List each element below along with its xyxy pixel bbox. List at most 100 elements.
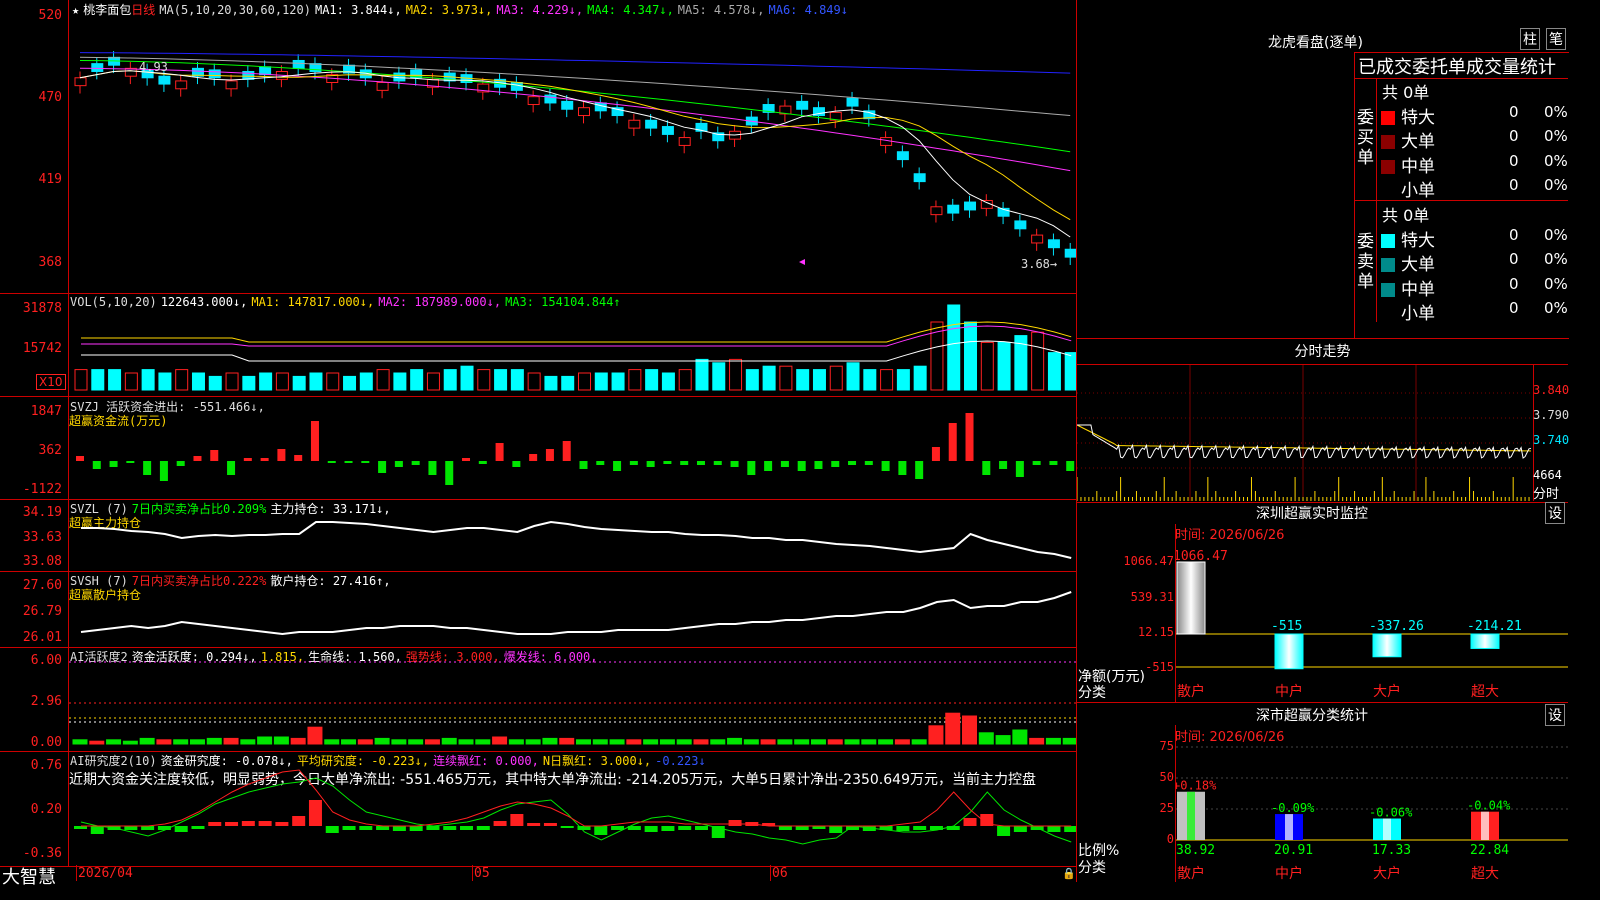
ai2-bar — [359, 826, 373, 830]
classify-category-label: 中户 — [1275, 865, 1303, 882]
chart-area[interactable]: 520 470 419 368 ★ 桃李面包日线 MA(5,10,20,30,60,… — [0, 0, 1077, 888]
y-label: 0.20 — [30, 802, 62, 817]
ai1-bar — [626, 739, 642, 745]
volume-bar — [74, 369, 88, 391]
svzj-bar — [277, 449, 286, 461]
svzj-bar — [76, 456, 84, 461]
candle — [561, 100, 574, 110]
volume-bar — [779, 365, 793, 391]
ai1-bar — [106, 739, 122, 745]
volume-bar — [678, 369, 692, 391]
ai2-chart — [74, 769, 1076, 845]
ai1-bar — [441, 737, 457, 745]
order-size-label: 中单 — [1401, 279, 1435, 300]
high-price-label: 4.93 — [139, 60, 168, 74]
svzj-bar — [462, 458, 471, 461]
volume-bar — [661, 372, 675, 391]
svzj-bar — [579, 461, 588, 469]
classify-panel[interactable]: 深市超赢分类统计 设 时间: 2026/06/26 75 50 25 0 比例%… — [1077, 703, 1568, 882]
volume-panel[interactable]: 31878 15742 X10 VOL(5,10,20) 122643.000↓,… — [0, 294, 1077, 397]
intraday-chart — [1077, 365, 1533, 501]
ai-activity-panel[interactable]: 6.00 2.96 0.00 AI活跃度2 资金活跃度: 0.294↓, 1.815… — [0, 648, 1077, 752]
ai1-bar — [878, 739, 894, 745]
intraday-unit: 分时 — [1533, 487, 1560, 502]
ai1-bar — [928, 725, 944, 745]
realtime-monitor-panel[interactable]: 深圳超赢实时监控 设 时间: 2026/06/26 1066.47 539.31… — [1077, 502, 1568, 703]
svzl-panel[interactable]: 34.19 33.63 33.08 SVZL (7) 7日内买卖净占比0.209%… — [0, 500, 1077, 572]
monitor-xlabel: 分类 — [1078, 685, 1106, 701]
ai1-bar — [978, 732, 994, 745]
svzj-bar — [931, 447, 940, 461]
svzj-bar — [629, 461, 638, 465]
tab-bar[interactable]: 柱 — [1520, 28, 1540, 50]
monitor-settings-button[interactable]: 设 — [1545, 502, 1565, 524]
ai1-bar — [844, 739, 860, 745]
ai2-bar — [174, 826, 188, 832]
order-row: 特大 0 0% — [1381, 103, 1568, 128]
tab-tick[interactable]: 笔 — [1546, 28, 1566, 50]
svzj-bar — [411, 461, 420, 465]
monitor-category-label: 中户 — [1275, 683, 1303, 700]
ai1-bar — [408, 739, 424, 745]
svzj-bar — [126, 461, 135, 463]
ai2-bar — [728, 820, 742, 826]
ai1-bar — [643, 739, 659, 745]
svsh-line — [80, 591, 1072, 636]
y-label: 0.00 — [30, 735, 62, 750]
svzj-panel[interactable]: 1847 362 -1122 SVZJ 活跃资金进出: -551.466↓, 超… — [0, 397, 1077, 500]
candle — [964, 201, 977, 211]
color-swatch — [1381, 184, 1395, 198]
order-count: 0 — [1509, 250, 1519, 269]
intraday-panel[interactable]: 分时走势 3.840 3.790 3.740 4664 分时 — [1077, 338, 1569, 503]
svzj-bar — [713, 461, 722, 465]
svzj-bar — [445, 461, 454, 485]
y-label: 27.60 — [22, 578, 62, 593]
volume-bar — [611, 372, 625, 391]
candle — [91, 63, 104, 72]
ai2-bar — [795, 826, 809, 830]
volume-bar — [812, 369, 826, 391]
y-label: 470 — [38, 90, 62, 105]
order-stats-header: 已成交委托单成交量统计 — [1358, 57, 1556, 78]
ai1-bar — [1029, 737, 1045, 745]
ai2-bar — [90, 826, 104, 834]
main-candlestick-panel[interactable]: 520 470 419 368 ★ 桃李面包日线 MA(5,10,20,30,60,… — [0, 0, 1077, 294]
ai1-bar — [777, 739, 793, 745]
svzj-bar — [529, 454, 538, 461]
svzj-bar — [394, 461, 403, 467]
classify-category-label: 散户 — [1177, 865, 1205, 882]
ai2-bar — [409, 826, 423, 831]
ai2-bar — [997, 826, 1011, 836]
monitor-bar — [1176, 561, 1206, 635]
ma-line — [79, 60, 1071, 153]
svzj-bar — [864, 461, 873, 465]
monitor-category-label: 大户 — [1373, 683, 1401, 700]
svzj-bar — [797, 461, 806, 471]
y-label: 15742 — [22, 341, 62, 356]
volume-bar — [343, 375, 357, 391]
order-row: 特大 0 0% — [1381, 226, 1568, 251]
volume-bar — [259, 372, 273, 391]
classify-value-label: 17.33 — [1372, 843, 1411, 858]
order-count: 0 — [1509, 226, 1519, 244]
order-row: 小单 0 0% — [1381, 298, 1568, 324]
ai1-bar — [810, 739, 826, 745]
order-count: 0 — [1509, 298, 1519, 317]
lock-icon[interactable]: 🔒 — [1062, 867, 1076, 880]
ai1-bar — [542, 737, 558, 745]
volume-bar — [443, 369, 457, 391]
y-label: 31878 — [22, 301, 62, 316]
svzj-bar — [646, 461, 655, 467]
svzj-chart — [76, 413, 1075, 485]
candle — [846, 97, 859, 107]
svzj-bar — [999, 461, 1008, 469]
ai1-bar — [995, 735, 1011, 745]
classify-xlabel: 分类 — [1078, 860, 1106, 876]
order-panel-title: 龙虎看盘(逐单) — [1268, 35, 1363, 51]
ai1-bar — [760, 739, 776, 745]
svsh-panel[interactable]: 27.60 26.79 26.01 SVSH (7) 7日内买卖净占比0.222%… — [0, 572, 1077, 648]
volume-bar — [376, 369, 390, 391]
classify-settings-button[interactable]: 设 — [1545, 704, 1565, 726]
order-count: 0 — [1509, 274, 1519, 293]
ai-research-panel[interactable]: 0.76 0.20 -0.36 AI研究度2(10) 资金研究度: -0.078↓… — [0, 752, 1077, 866]
